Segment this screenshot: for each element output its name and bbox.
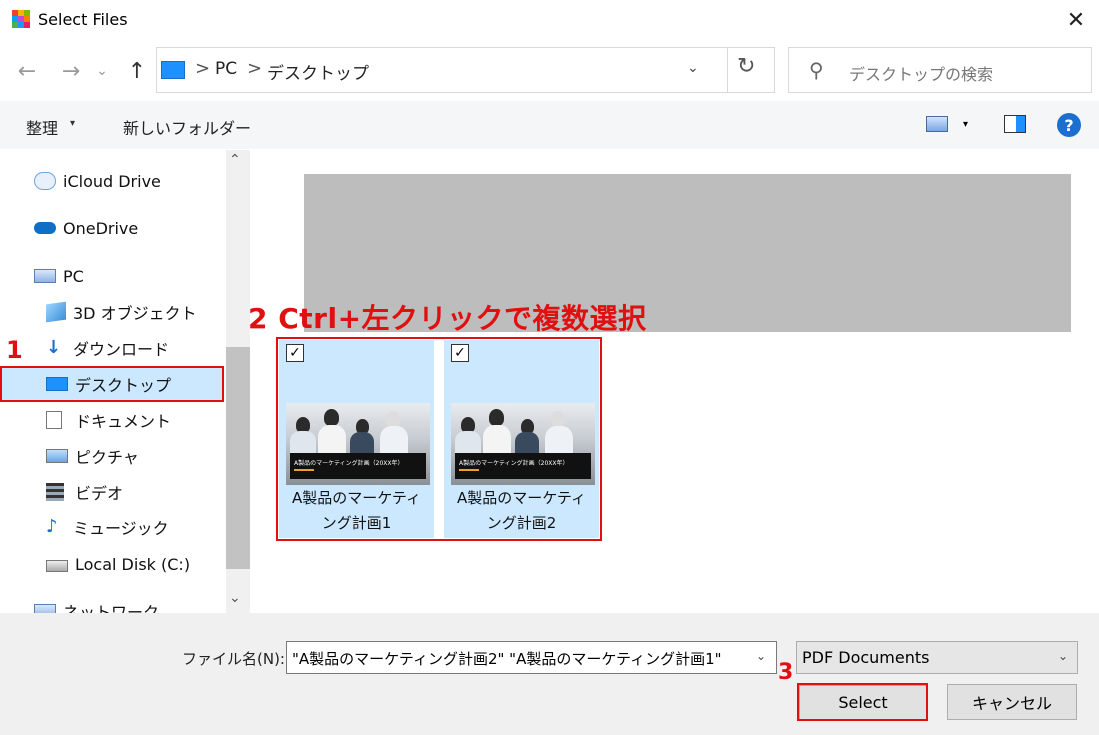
search-placeholder: デスクトップの検索 <box>849 65 994 84</box>
documents-icon <box>46 411 62 429</box>
icloud-icon <box>34 172 56 190</box>
address-bar[interactable]: > PC > デスクトップ ⌄ ↻ <box>156 47 775 93</box>
back-button[interactable]: ← <box>12 55 42 87</box>
3d-objects-icon <box>46 301 66 323</box>
close-button[interactable]: ✕ <box>1053 0 1099 40</box>
sidebar-item-icloud[interactable]: iCloud Drive <box>34 166 161 196</box>
organize-button[interactable]: 整理 <box>26 115 58 139</box>
sidebar-item-label: ネットワーク <box>63 603 160 613</box>
command-bar: 整理 ▾ 新しいフォルダー ▾ ? <box>0 101 1099 149</box>
filename-label: ファイル名(N): <box>182 650 285 668</box>
pc-icon <box>161 61 185 79</box>
sidebar-item-onedrive[interactable]: OneDrive <box>34 213 138 243</box>
filename-input[interactable]: "A製品のマーケティング計画2" "A製品のマーケティング計画1" <box>286 641 777 674</box>
sidebar-scroll-thumb[interactable] <box>226 347 250 569</box>
address-dropdown-icon[interactable]: ⌄ <box>687 60 699 76</box>
divider <box>727 48 728 92</box>
breadcrumb-desktop[interactable]: デスクトップ <box>267 59 369 84</box>
network-icon <box>34 604 56 613</box>
sidebar-item-3d-objects[interactable]: 3D オブジェクト <box>46 297 197 327</box>
arrow-right-icon: → <box>61 58 81 84</box>
search-icon: ⚲ <box>809 58 824 82</box>
sidebar-item-label: OneDrive <box>63 218 139 238</box>
sidebar-item-label: ミュージック <box>73 519 169 538</box>
sidebar-item-label: ダウンロード <box>73 340 170 359</box>
annotation-step-1: 1 <box>6 336 23 364</box>
help-icon[interactable]: ? <box>1057 113 1081 137</box>
sidebar-item-pc[interactable]: PC <box>34 261 84 291</box>
filetype-select[interactable]: PDF Documents <box>796 641 1078 674</box>
pc-icon <box>34 269 56 283</box>
up-button[interactable]: ↑ <box>122 55 152 87</box>
refresh-icon[interactable]: ↻ <box>737 54 755 79</box>
app-icon <box>12 10 30 28</box>
download-icon: ↓ <box>46 337 62 358</box>
videos-icon <box>46 483 64 501</box>
sidebar-item-label: 3D オブジェクト <box>73 304 197 323</box>
annotation-highlight-select <box>797 683 928 721</box>
scroll-down-icon[interactable]: ⌄ <box>229 590 241 606</box>
onedrive-icon <box>34 222 56 234</box>
pictures-icon <box>46 449 68 463</box>
sidebar-item-music[interactable]: ♪ ミュージック <box>46 512 169 542</box>
change-view-icon[interactable] <box>926 116 948 132</box>
breadcrumb-pc[interactable]: PC <box>215 59 237 79</box>
music-icon: ♪ <box>46 516 58 537</box>
annotation-step-3: 3 <box>778 660 794 685</box>
chevron-down-icon[interactable]: ⌄ <box>756 649 766 663</box>
window-title: Select Files <box>38 10 128 29</box>
recent-locations-button[interactable]: ⌄ <box>92 55 112 87</box>
forward-button[interactable]: → <box>56 55 86 87</box>
sidebar-item-label: iCloud Drive <box>63 171 161 191</box>
sidebar-item-label: ビデオ <box>75 484 124 503</box>
title-bar: Select Files ✕ <box>0 0 1099 40</box>
breadcrumb-separator: > <box>195 58 211 79</box>
annotation-highlight-desktop <box>0 366 224 402</box>
local-disk-icon <box>46 560 68 572</box>
arrow-up-icon: ↑ <box>127 58 147 84</box>
sidebar-item-label: ドキュメント <box>75 412 172 431</box>
chevron-down-icon: ⌄ <box>96 63 108 79</box>
sidebar-item-downloads[interactable]: ↓ ダウンロード <box>46 333 169 363</box>
dialog-footer: ファイル名(N): "A製品のマーケティング計画2" "A製品のマーケティング計… <box>0 613 1099 735</box>
annotation-step-2: 2 Ctrl+左クリックで複数選択 <box>248 302 647 335</box>
chevron-down-icon[interactable]: ⌄ <box>1058 649 1068 663</box>
close-icon: ✕ <box>1066 7 1086 33</box>
scroll-up-icon[interactable]: ⌃ <box>229 152 241 168</box>
annotation-highlight-files <box>276 337 602 541</box>
sidebar-item-local-disk[interactable]: Local Disk (C:) <box>46 549 190 579</box>
arrow-left-icon: ← <box>17 58 37 84</box>
sidebar-item-label: Local Disk (C:) <box>75 554 191 574</box>
sidebar-item-videos[interactable]: ビデオ <box>46 477 123 507</box>
caret-down-icon[interactable]: ▾ <box>70 118 75 129</box>
new-folder-button[interactable]: 新しいフォルダー <box>123 115 251 139</box>
breadcrumb-separator: > <box>247 58 263 79</box>
search-input[interactable]: ⚲ デスクトップの検索 <box>788 47 1092 93</box>
sidebar-item-pictures[interactable]: ピクチャ <box>46 441 139 471</box>
cancel-button[interactable]: キャンセル <box>947 684 1077 720</box>
sidebar-item-label: PC <box>63 266 84 286</box>
sidebar-item-label: ピクチャ <box>75 448 139 467</box>
sidebar-item-network[interactable]: ネットワーク <box>34 596 159 613</box>
preview-pane-icon[interactable] <box>1004 115 1026 133</box>
caret-down-icon[interactable]: ▾ <box>963 119 968 130</box>
sidebar-item-documents[interactable]: ドキュメント <box>46 405 171 435</box>
